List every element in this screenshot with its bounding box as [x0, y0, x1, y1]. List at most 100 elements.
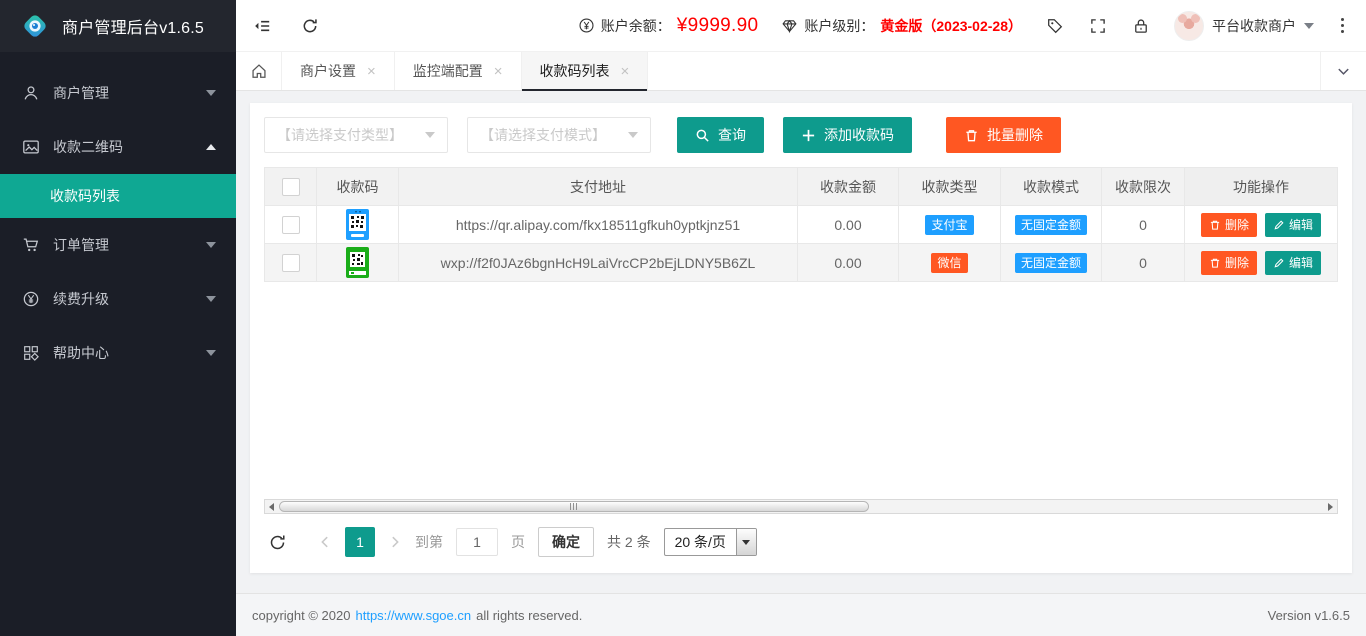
yen-circle-icon — [578, 17, 595, 34]
app-logo: 商户管理后台v1.6.5 — [0, 0, 236, 52]
pay-type-select[interactable]: 【请选择支付类型】 — [264, 117, 448, 153]
home-tab[interactable] — [236, 52, 282, 90]
table-empty-space — [264, 282, 1338, 499]
tab-label: 收款码列表 — [540, 61, 610, 81]
cell-address: https://qr.alipay.com/fkx18511gfkuh0yptk… — [399, 206, 798, 244]
sidebar-item-order-manage[interactable]: 订单管理 — [0, 218, 236, 272]
prev-page-button[interactable] — [318, 535, 332, 549]
edit-icon — [1273, 219, 1285, 231]
confirm-page-button[interactable]: 确定 — [538, 527, 594, 557]
cell-type: 支付宝 — [899, 206, 1001, 244]
balance-label: 账户余额： — [601, 16, 671, 36]
dropdown-button[interactable] — [736, 529, 756, 555]
chevron-down-icon — [425, 132, 435, 138]
header-qrcode: 收款码 — [317, 168, 399, 206]
alipay-qr-thumbnail[interactable] — [346, 209, 369, 240]
add-qrcode-button[interactable]: 添加收款码 — [783, 117, 912, 153]
main-area: 账户余额： ¥9999.90 账户级别： 黄金版（2023-02-28） — [236, 0, 1366, 636]
fullscreen-icon[interactable] — [1088, 16, 1108, 36]
next-page-button[interactable] — [388, 535, 402, 549]
tab-monitor-config[interactable]: 监控端配置 — [395, 52, 522, 90]
lock-icon[interactable] — [1131, 16, 1151, 36]
scrollbar-thumb[interactable] — [279, 501, 869, 512]
chevron-down-icon — [1336, 64, 1351, 79]
close-icon[interactable] — [621, 64, 630, 79]
chevron-down-icon — [206, 242, 216, 248]
sidebar-item-qrcode[interactable]: 收款二维码 — [0, 120, 236, 174]
pagination-refresh-icon[interactable] — [268, 533, 287, 552]
app-title: 商户管理后台v1.6.5 — [62, 14, 204, 38]
header-amount: 收款金额 — [798, 168, 899, 206]
cell-operations: 删除 编辑 — [1185, 206, 1338, 244]
goto-label: 到第 — [415, 532, 443, 552]
scroll-left-arrow[interactable] — [265, 500, 278, 513]
pay-mode-select[interactable]: 【请选择支付模式】 — [467, 117, 651, 153]
cell-type: 微信 — [899, 244, 1001, 282]
chevron-down-icon — [742, 540, 750, 545]
tab-merchant-settings[interactable]: 商户设置 — [282, 52, 395, 90]
account-level: 账户级别： 黄金版（2023-02-28） — [781, 16, 1022, 36]
level-value: 黄金版（2023-02-28） — [880, 16, 1022, 36]
row-checkbox[interactable] — [282, 216, 300, 234]
pay-type-placeholder: 【请选择支付类型】 — [277, 125, 403, 145]
content-area: 【请选择支付类型】 【请选择支付模式】 查询 添加收款码 — [236, 91, 1366, 593]
qrcode-list-card: 【请选择支付类型】 【请选择支付模式】 查询 添加收款码 — [250, 103, 1352, 573]
footer-link[interactable]: https://www.sgoe.cn — [355, 608, 471, 623]
chevron-left-icon — [318, 535, 332, 549]
cell-amount: 0.00 — [798, 244, 899, 282]
cell-operations: 删除 编辑 — [1185, 244, 1338, 282]
edit-label: 编辑 — [1289, 254, 1313, 271]
more-vertical-icon[interactable] — [1337, 14, 1348, 37]
sidebar-item-label: 商户管理 — [53, 83, 206, 103]
sidebar-item-merchant-manage[interactable]: 商户管理 — [0, 66, 236, 120]
page-size-select[interactable]: 20 条/页 — [664, 528, 757, 556]
close-icon[interactable] — [367, 64, 376, 79]
filter-row: 【请选择支付类型】 【请选择支付模式】 查询 添加收款码 — [264, 117, 1338, 153]
sidebar-subitem-label: 收款码列表 — [50, 186, 120, 206]
sidebar-item-label: 收款二维码 — [53, 137, 206, 157]
collapse-sidebar-icon[interactable] — [252, 16, 272, 36]
page-label: 页 — [511, 532, 525, 552]
tag-icon[interactable] — [1045, 16, 1065, 36]
page-number-button[interactable]: 1 — [345, 527, 375, 557]
delete-button[interactable]: 删除 — [1201, 213, 1257, 237]
batch-delete-button[interactable]: 批量删除 — [946, 117, 1061, 153]
tab-qrcode-list[interactable]: 收款码列表 — [522, 52, 649, 90]
plus-icon — [801, 128, 816, 143]
delete-button[interactable]: 删除 — [1201, 251, 1257, 275]
amount: 0.00 — [834, 217, 861, 233]
wechat-qr-thumbnail[interactable] — [346, 247, 369, 278]
tab-label: 商户设置 — [300, 61, 356, 81]
edit-button[interactable]: 编辑 — [1265, 251, 1321, 275]
scroll-right-arrow[interactable] — [1324, 500, 1337, 513]
pay-address: https://qr.alipay.com/fkx18511gfkuh0yptk… — [456, 217, 740, 233]
sidebar-item-qrcode-list[interactable]: 收款码列表 — [0, 174, 236, 218]
cell-amount: 0.00 — [798, 206, 899, 244]
tab-overflow-button[interactable] — [1320, 52, 1366, 90]
edit-icon — [1273, 257, 1285, 269]
sidebar-item-help-center[interactable]: 帮助中心 — [0, 326, 236, 380]
add-button-label: 添加收款码 — [824, 125, 894, 145]
batch-delete-label: 批量删除 — [987, 125, 1043, 145]
pay-address: wxp://f2f0JAz6bgnHcH9LaiVrcCP2bEjLDNY5B6… — [441, 255, 756, 271]
chevron-down-icon — [206, 90, 216, 96]
select-all-checkbox[interactable] — [282, 178, 300, 196]
chevron-down-icon — [1304, 23, 1314, 29]
row-checkbox[interactable] — [282, 254, 300, 272]
horizontal-scrollbar[interactable] — [264, 499, 1338, 514]
edit-button[interactable]: 编辑 — [1265, 213, 1321, 237]
sidebar-item-renew-upgrade[interactable]: 续费升级 — [0, 272, 236, 326]
user-menu[interactable]: 平台收款商户 — [1174, 11, 1314, 41]
refresh-icon[interactable] — [300, 16, 320, 36]
cart-icon — [22, 236, 40, 254]
footer: copyright © 2020 https://www.sgoe.cn all… — [236, 593, 1366, 636]
sidebar-item-label: 续费升级 — [53, 289, 206, 309]
close-icon[interactable] — [494, 64, 503, 79]
version-text: Version v1.6.5 — [1268, 608, 1350, 623]
sidebar-item-label: 帮助中心 — [53, 343, 206, 363]
cell-checkbox — [265, 206, 317, 244]
search-button[interactable]: 查询 — [677, 117, 764, 153]
header-checkbox-cell — [265, 168, 317, 206]
goto-page-input[interactable] — [456, 528, 498, 556]
app-logo-icon — [20, 11, 50, 41]
